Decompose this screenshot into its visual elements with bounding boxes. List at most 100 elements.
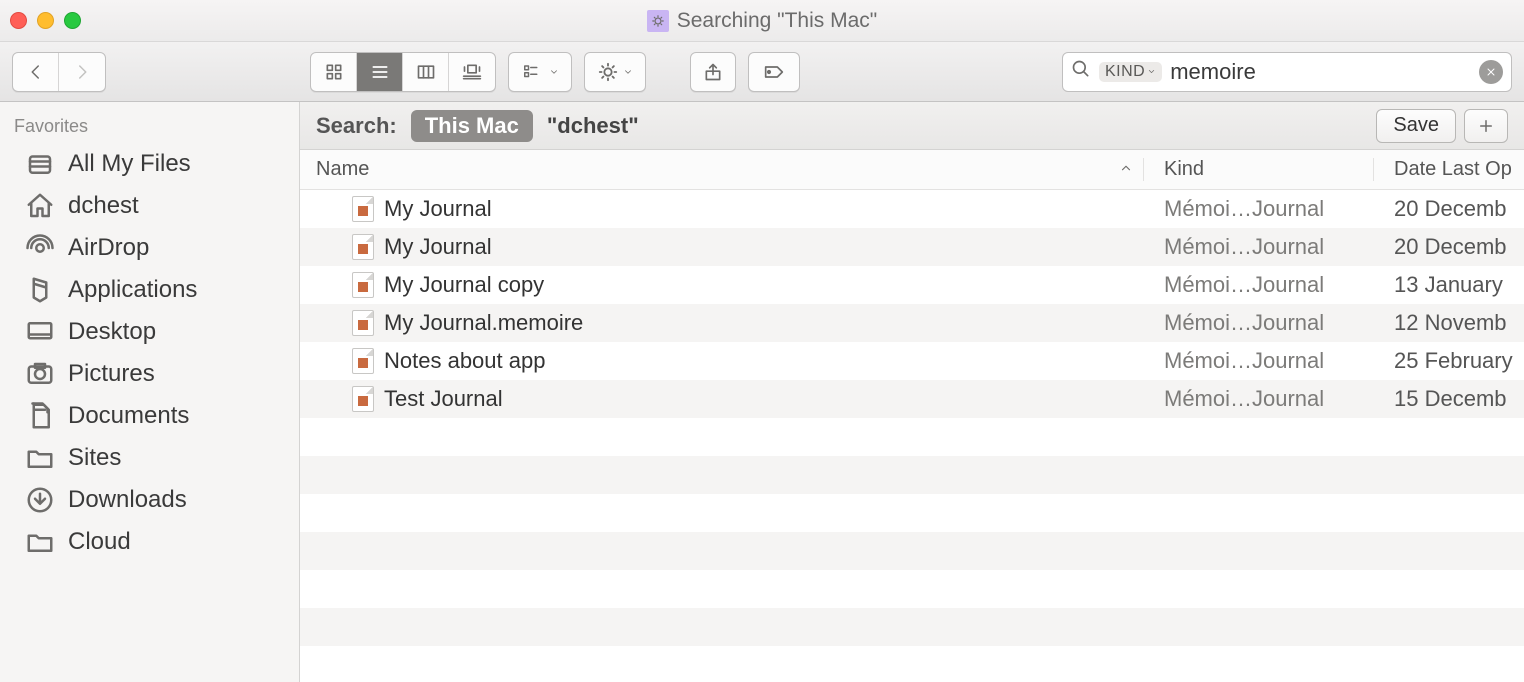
sidebar-item-label: Downloads [68, 486, 187, 514]
empty-row [300, 456, 1524, 494]
add-criteria-button[interactable] [1464, 109, 1508, 143]
empty-row [300, 608, 1524, 646]
scope-label: Search: [316, 113, 397, 139]
file-date: 13 January [1374, 272, 1524, 298]
document-icon [352, 196, 374, 222]
titlebar: Searching "This Mac" [0, 0, 1524, 42]
document-icon [352, 234, 374, 260]
share-button[interactable] [690, 52, 736, 92]
save-search-button[interactable]: Save [1376, 109, 1456, 143]
search-scope-bar: Search: This Mac "dchest" Save [300, 102, 1524, 150]
minimize-window-button[interactable] [37, 12, 54, 29]
empty-row [300, 494, 1524, 532]
pictures-icon [24, 359, 56, 389]
sidebar: Favorites All My Files dchest AirDrop Appli… [0, 102, 300, 682]
file-row[interactable]: My JournalMémoi…Journal20 Decemb [300, 190, 1524, 228]
zoom-window-button[interactable] [64, 12, 81, 29]
search-icon [1071, 59, 1091, 85]
file-date: 20 Decemb [1374, 234, 1524, 260]
file-kind: Mémoi…Journal [1144, 386, 1374, 412]
file-date: 15 Decemb [1374, 386, 1524, 412]
empty-row [300, 646, 1524, 682]
action-button[interactable] [584, 52, 646, 92]
scope-this-mac[interactable]: This Mac [411, 110, 533, 142]
file-row[interactable]: My Journal copy Mémoi…Journal13 January [300, 266, 1524, 304]
document-icon [352, 272, 374, 298]
sidebar-item-label: dchest [68, 192, 139, 220]
file-row[interactable]: My Journal Mémoi…Journal20 Decemb [300, 228, 1524, 266]
file-name: My Journal [384, 196, 492, 222]
document-icon [352, 348, 374, 374]
file-kind: Mémoi…Journal [1144, 272, 1374, 298]
apps-icon [24, 275, 56, 305]
forward-button[interactable] [59, 53, 105, 91]
desktop-icon [24, 317, 56, 347]
arrange-button[interactable] [508, 52, 572, 92]
folder-icon [24, 443, 56, 473]
column-name-label: Name [316, 158, 369, 181]
sidebar-item-label: Desktop [68, 318, 156, 346]
airdrop-icon [24, 233, 56, 263]
coverflow-view-button[interactable] [449, 53, 495, 91]
sidebar-item-pictures[interactable]: Pictures [0, 353, 299, 395]
search-field[interactable]: KIND [1062, 52, 1512, 92]
file-row[interactable]: Notes about app Mémoi…Journal25 February [300, 342, 1524, 380]
window-controls [10, 12, 81, 29]
file-kind: Mémoi…Journal [1144, 196, 1374, 222]
sidebar-item-all-files[interactable]: All My Files [0, 143, 299, 185]
window-title-text: Searching "This Mac" [677, 9, 877, 33]
close-window-button[interactable] [10, 12, 27, 29]
sidebar-item-label: Sites [68, 444, 121, 472]
sidebar-item-desktop[interactable]: Desktop [0, 311, 299, 353]
file-row[interactable]: My Journal.memoireMémoi…Journal12 Novemb [300, 304, 1524, 342]
sidebar-item-apps[interactable]: Applications [0, 269, 299, 311]
kind-label: KIND [1105, 63, 1145, 81]
column-kind[interactable]: Kind [1144, 158, 1374, 181]
file-date: 25 February [1374, 348, 1524, 374]
column-view-button[interactable] [403, 53, 449, 91]
back-button[interactable] [13, 53, 59, 91]
sidebar-item-home[interactable]: dchest [0, 185, 299, 227]
all-files-icon [24, 149, 56, 179]
sidebar-item-folder[interactable]: Sites [0, 437, 299, 479]
clear-search-button[interactable] [1479, 60, 1503, 84]
column-headers: Name Kind Date Last Op [300, 150, 1524, 190]
sidebar-group-favorites: Favorites [0, 112, 299, 143]
file-name: My Journal copy [384, 272, 544, 298]
main-panel: Search: This Mac "dchest" Save Name Kind… [300, 102, 1524, 682]
icon-view-button[interactable] [311, 53, 357, 91]
column-date[interactable]: Date Last Op [1374, 158, 1524, 181]
empty-row [300, 532, 1524, 570]
file-row[interactable]: Test Journal Mémoi…Journal15 Decemb [300, 380, 1524, 418]
sidebar-item-airdrop[interactable]: AirDrop [0, 227, 299, 269]
sidebar-item-folder[interactable]: Cloud [0, 521, 299, 563]
file-name: My Journal.memoire [384, 310, 583, 336]
tags-button[interactable] [748, 52, 800, 92]
sidebar-item-label: Applications [68, 276, 197, 304]
file-name: Test Journal [384, 386, 503, 412]
file-name: Notes about app [384, 348, 545, 374]
sidebar-item-label: All My Files [68, 150, 191, 178]
folder-icon [24, 527, 56, 557]
file-kind: Mémoi…Journal [1144, 234, 1374, 260]
document-icon [352, 386, 374, 412]
scope-folder[interactable]: "dchest" [547, 113, 639, 139]
sidebar-item-documents[interactable]: Documents [0, 395, 299, 437]
documents-icon [24, 401, 56, 431]
smart-folder-icon [647, 10, 669, 32]
file-date: 12 Novemb [1374, 310, 1524, 336]
file-kind: Mémoi…Journal [1144, 348, 1374, 374]
list-view-button[interactable] [357, 53, 403, 91]
search-kind-token[interactable]: KIND [1099, 62, 1162, 82]
sidebar-item-label: AirDrop [68, 234, 149, 262]
search-input[interactable] [1170, 59, 1471, 85]
column-date-label: Date Last Op [1394, 158, 1512, 180]
column-kind-label: Kind [1164, 158, 1204, 180]
sidebar-item-label: Pictures [68, 360, 155, 388]
empty-row [300, 570, 1524, 608]
sidebar-item-downloads[interactable]: Downloads [0, 479, 299, 521]
file-name: My Journal [384, 234, 492, 260]
column-name[interactable]: Name [300, 158, 1144, 181]
save-label: Save [1393, 114, 1439, 137]
empty-row [300, 418, 1524, 456]
